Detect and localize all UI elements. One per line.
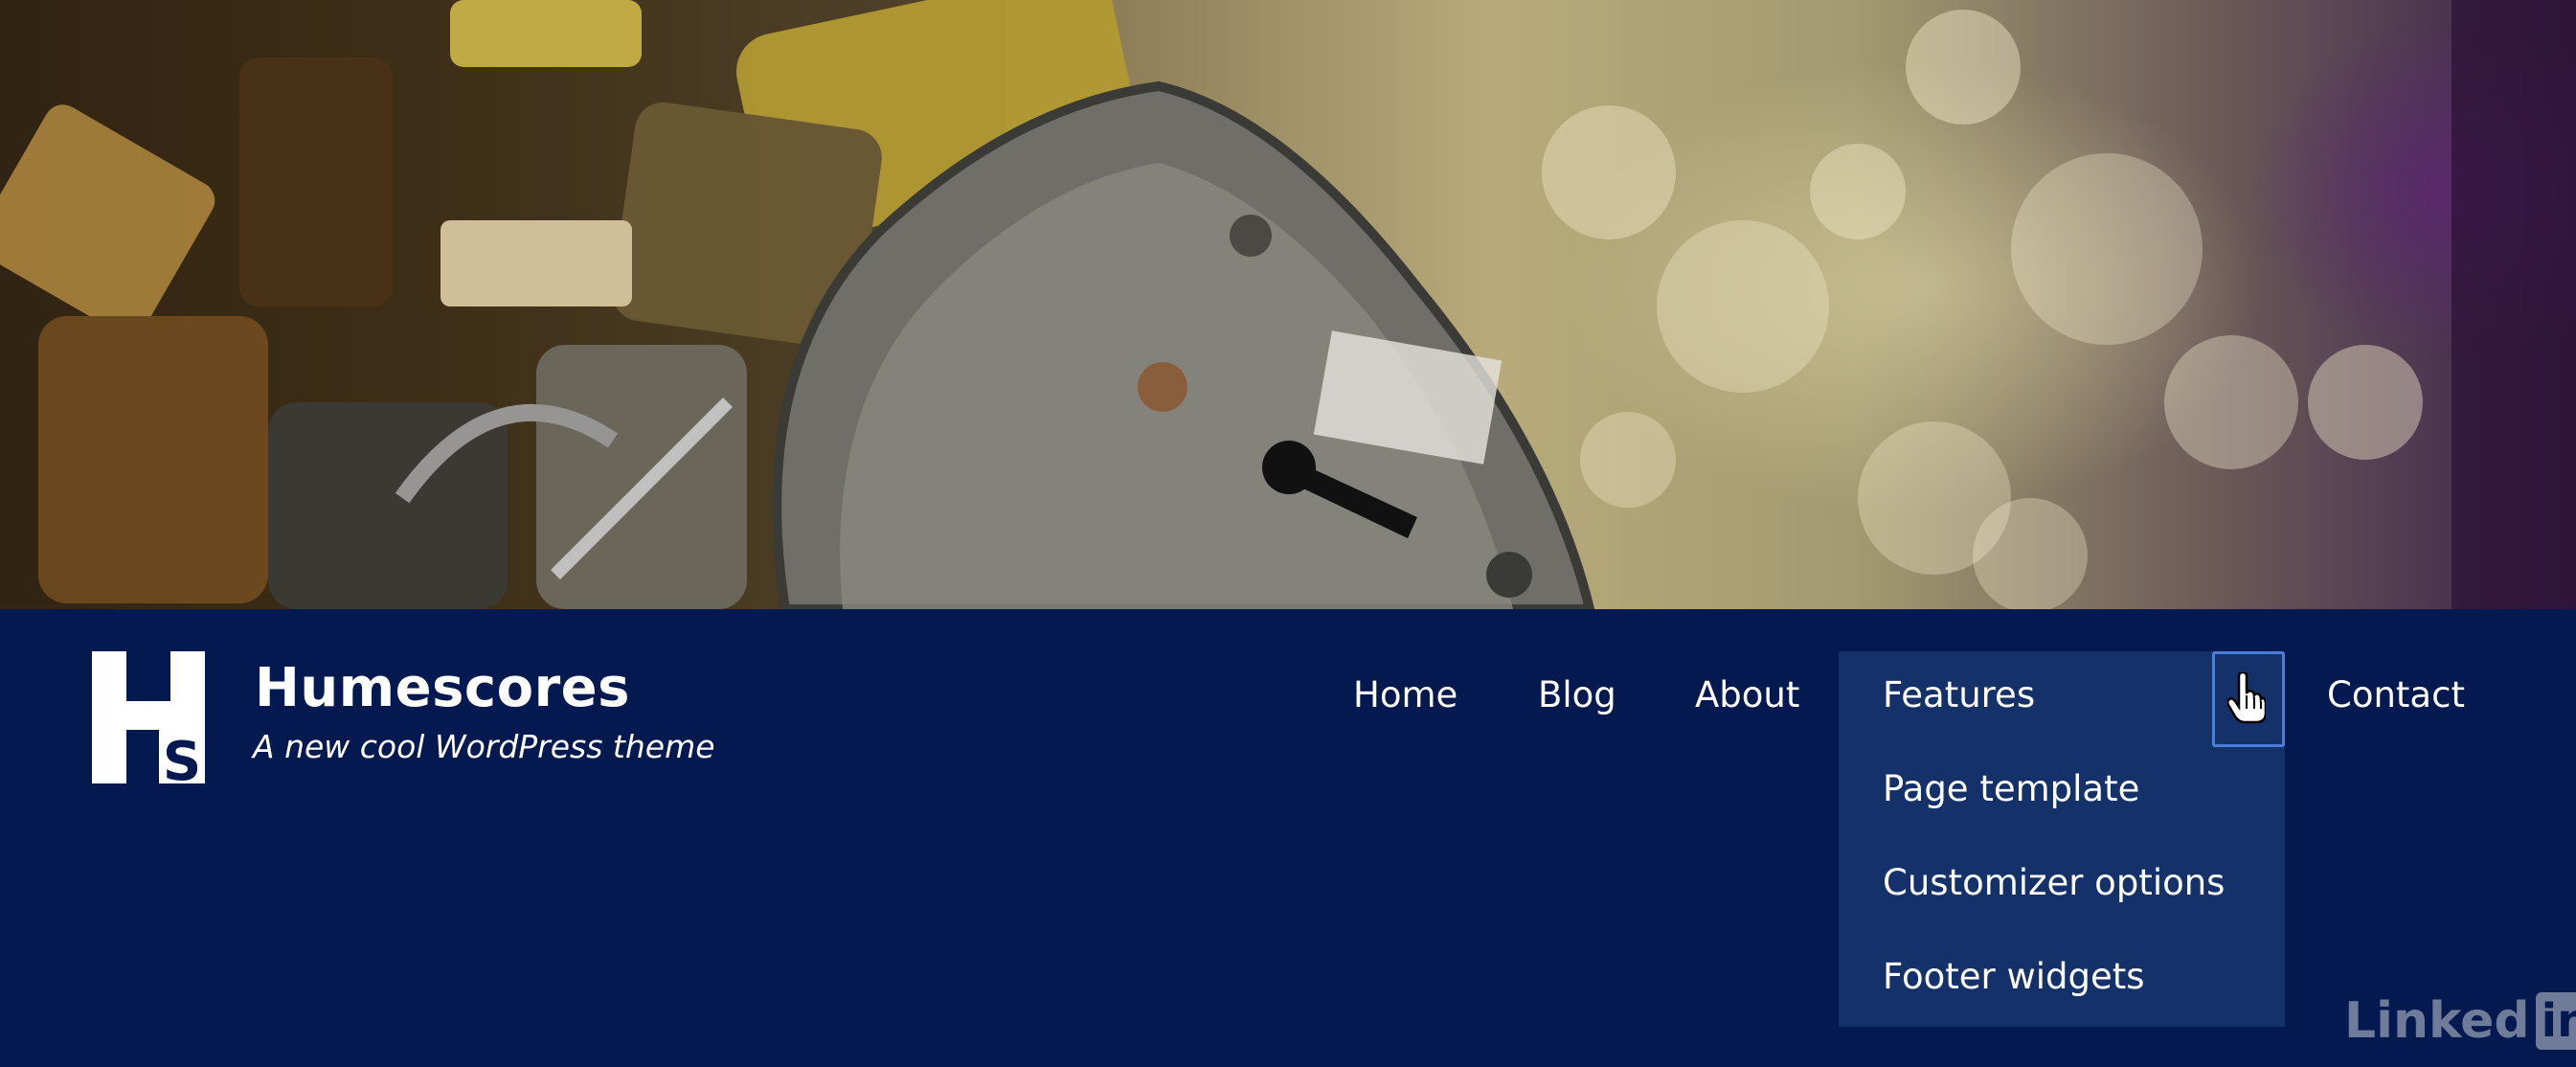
padlocks-photo — [0, 0, 2576, 609]
nav-item-about[interactable]: About — [1695, 674, 1799, 715]
linkedin-in-badge: in — [2535, 992, 2576, 1050]
site-header: S Humescores A new cool WordPress theme … — [0, 609, 2576, 1067]
nav-item-contact[interactable]: Contact — [2327, 674, 2465, 715]
submenu-item-footer-widgets[interactable]: Footer widgets — [1883, 956, 2145, 997]
nav-item-home[interactable]: Home — [1353, 674, 1457, 715]
nav-item-blog[interactable]: Blog — [1538, 674, 1616, 715]
submenu-item-customizer-options[interactable]: Customizer options — [1883, 862, 2225, 903]
site-tagline: A new cool WordPress theme — [253, 728, 715, 765]
svg-text:S: S — [163, 731, 201, 783]
hand-cursor-icon — [2227, 672, 2266, 724]
linkedin-watermark: Linked in — [2344, 992, 2576, 1050]
site-title[interactable]: Humescores — [255, 657, 630, 719]
linkedin-watermark-text: Linked — [2344, 992, 2530, 1050]
submenu-item-page-template[interactable]: Page template — [1883, 768, 2139, 809]
nav-item-features[interactable]: Features — [1883, 674, 2035, 715]
hero-image — [0, 0, 2576, 609]
site-logo[interactable]: S — [92, 651, 205, 783]
